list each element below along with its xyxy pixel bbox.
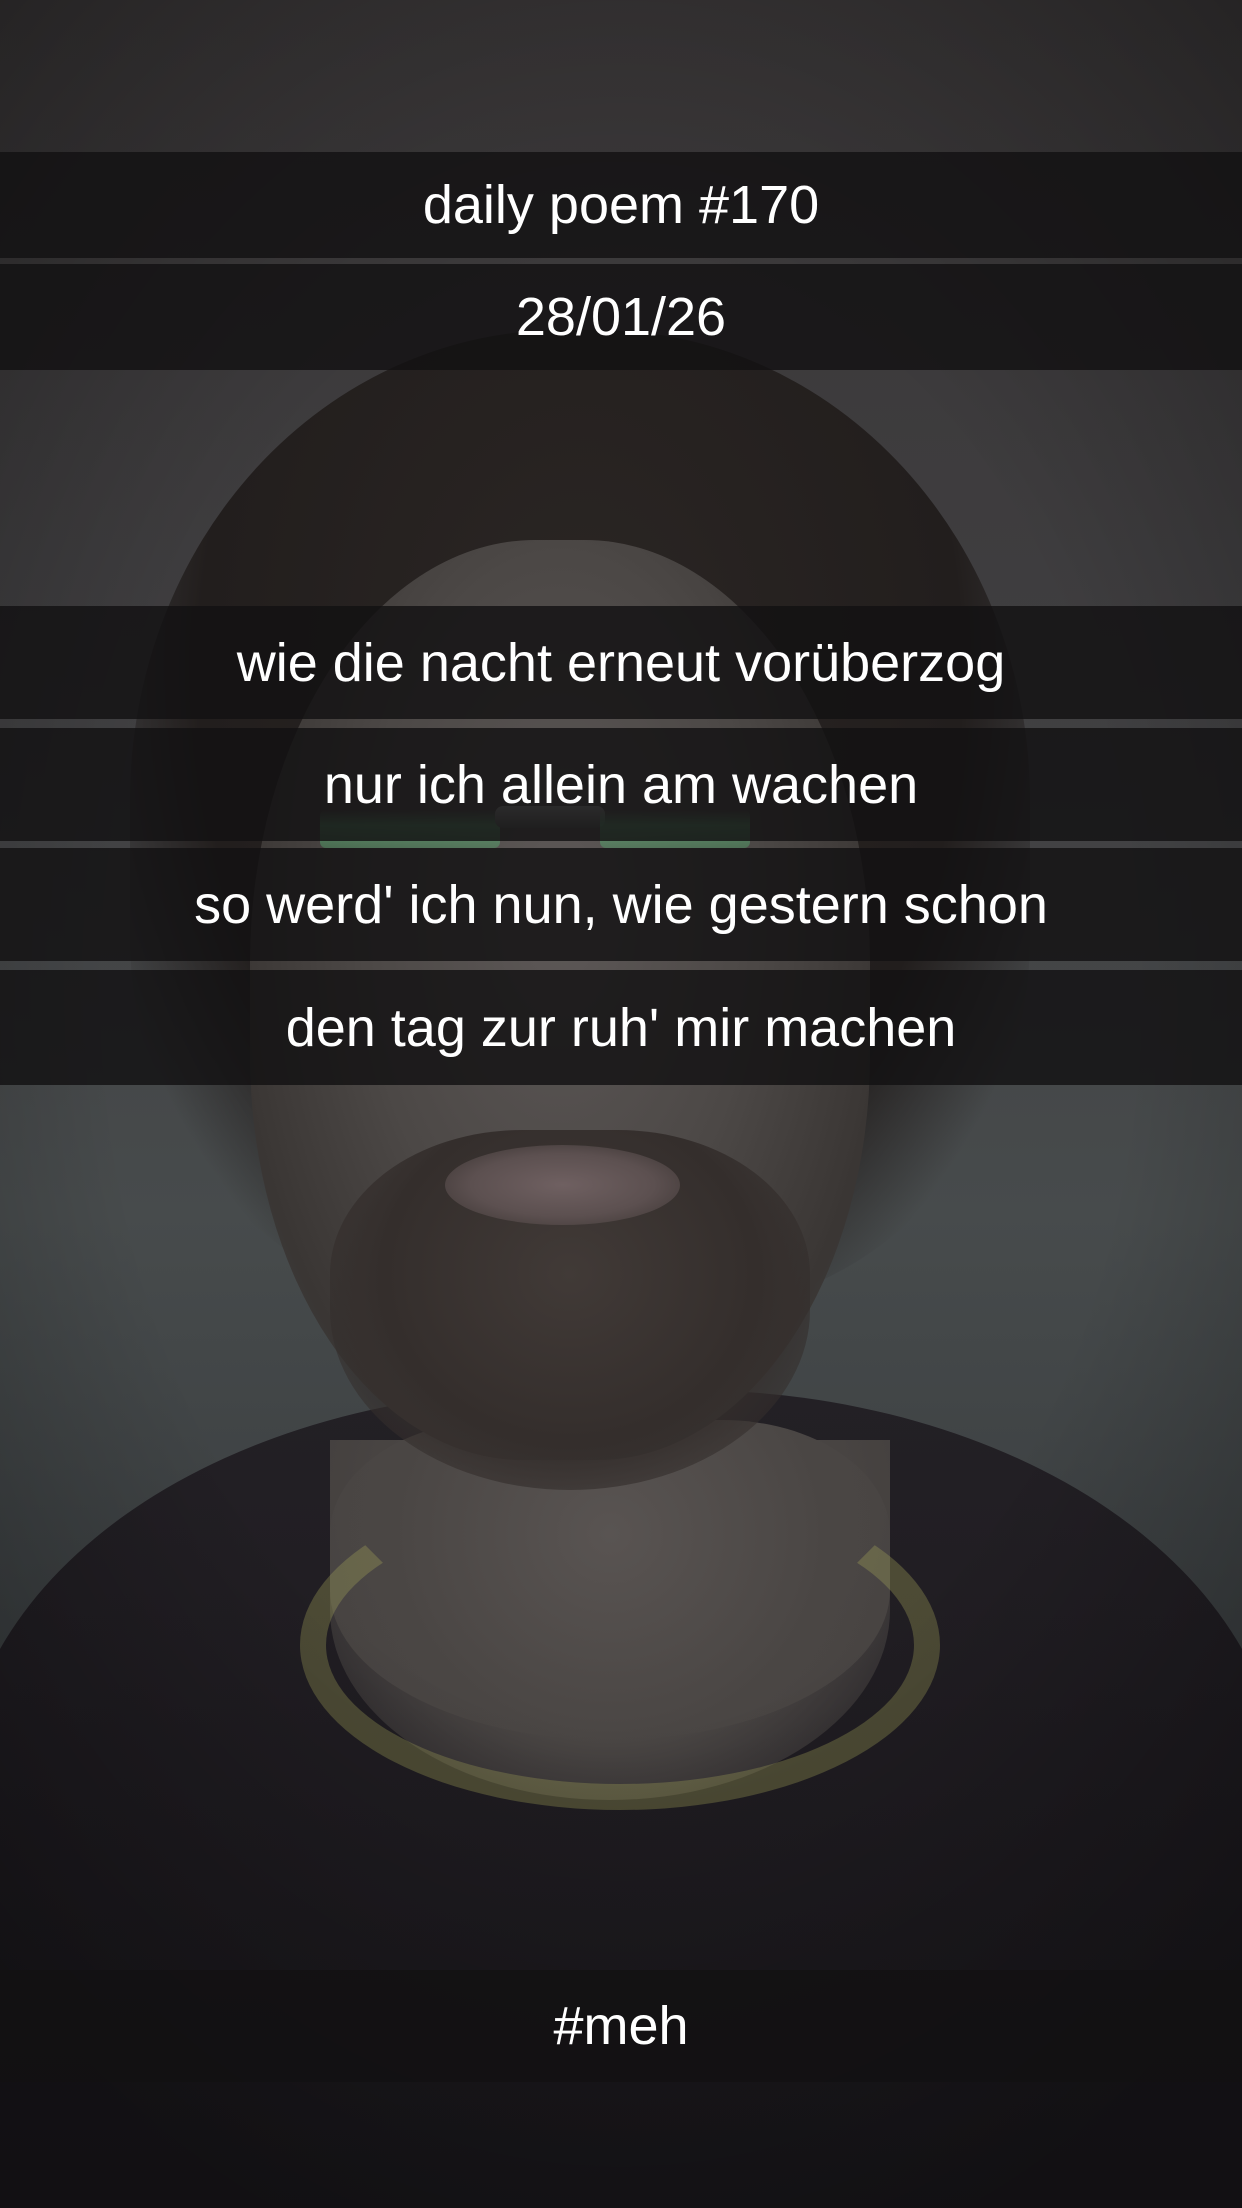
- poem-line-3: so werd' ich nun, wie gestern schon: [0, 848, 1242, 961]
- poem-title: daily poem #170: [0, 152, 1242, 258]
- background-photo: daily poem #170 28/01/26 wie die nacht e…: [0, 0, 1242, 2208]
- lips: [445, 1145, 680, 1225]
- undershirt-collar: [300, 1480, 940, 1810]
- hashtag-caption: #meh: [0, 1970, 1242, 2082]
- poem-date: 28/01/26: [0, 264, 1242, 370]
- poem-line-2: nur ich allein am wachen: [0, 728, 1242, 841]
- poem-line-1: wie die nacht erneut vorüberzog: [0, 606, 1242, 719]
- poem-line-4: den tag zur ruh' mir machen: [0, 970, 1242, 1085]
